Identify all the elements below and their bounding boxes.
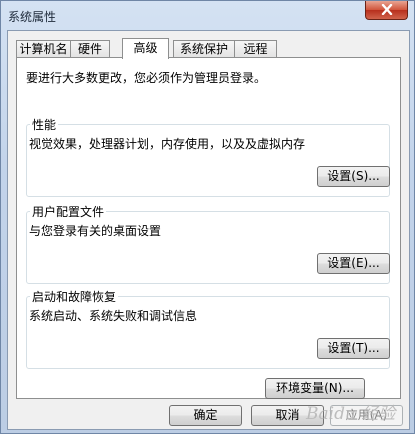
user-profiles-title: 用户配置文件 — [30, 203, 107, 220]
startup-recovery-description: 系统启动、系统失败和调试信息 — [29, 309, 198, 323]
title-bar[interactable]: 系统属性 — [1, 1, 414, 31]
performance-title: 性能 — [30, 116, 59, 133]
cancel-button[interactable]: 取消 — [251, 405, 324, 426]
user-profiles-group: 用户配置文件 与您登录有关的桌面设置 设置(E)... — [26, 203, 390, 284]
window-title: 系统属性 — [8, 10, 57, 24]
advanced-tab-page: 要进行大多数更改，您必须作为管理员登录。 性能 视觉效果，处理器计划，内存使用，… — [16, 57, 401, 399]
environment-variables-button[interactable]: 环境变量(N)... — [265, 378, 365, 399]
tab-system-protection[interactable]: 系统保护 — [173, 40, 235, 58]
performance-settings-button[interactable]: 设置(S)... — [317, 166, 390, 187]
startup-recovery-group: 启动和故障恢复 系统启动、系统失败和调试信息 设置(T)... — [26, 288, 390, 369]
user-profiles-description: 与您登录有关的桌面设置 — [29, 224, 162, 238]
ok-button[interactable]: 确定 — [169, 405, 242, 426]
startup-recovery-settings-button[interactable]: 设置(T)... — [317, 338, 390, 359]
startup-recovery-title: 启动和故障恢复 — [30, 288, 119, 305]
tab-remote[interactable]: 远程 — [234, 40, 277, 58]
close-button[interactable] — [365, 1, 408, 20]
tab-computer-name[interactable]: 计算机名 — [16, 40, 71, 58]
user-profiles-settings-button[interactable]: 设置(E)... — [317, 253, 390, 274]
performance-group: 性能 视觉效果，处理器计划，内存使用，以及及虚拟内存 设置(S)... — [26, 116, 390, 197]
tab-hardware[interactable]: 硬件 — [70, 40, 110, 58]
tab-advanced[interactable]: 高级 — [122, 38, 169, 59]
dialog-client-area: 计算机名 硬件 高级 系统保护 远程 要进行大多数更改，您必须作为管理员登录。 … — [7, 30, 410, 430]
performance-description: 视觉效果，处理器计划，内存使用，以及及虚拟内存 — [29, 137, 306, 151]
admin-notice: 要进行大多数更改，您必须作为管理员登录。 — [26, 71, 267, 85]
close-icon — [381, 4, 393, 15]
system-properties-window: 系统属性 计算机名 硬件 高级 系统保护 远程 要进行大多数更改，您必须作为管理… — [0, 0, 415, 434]
apply-button[interactable]: 应用(A) — [330, 405, 403, 426]
